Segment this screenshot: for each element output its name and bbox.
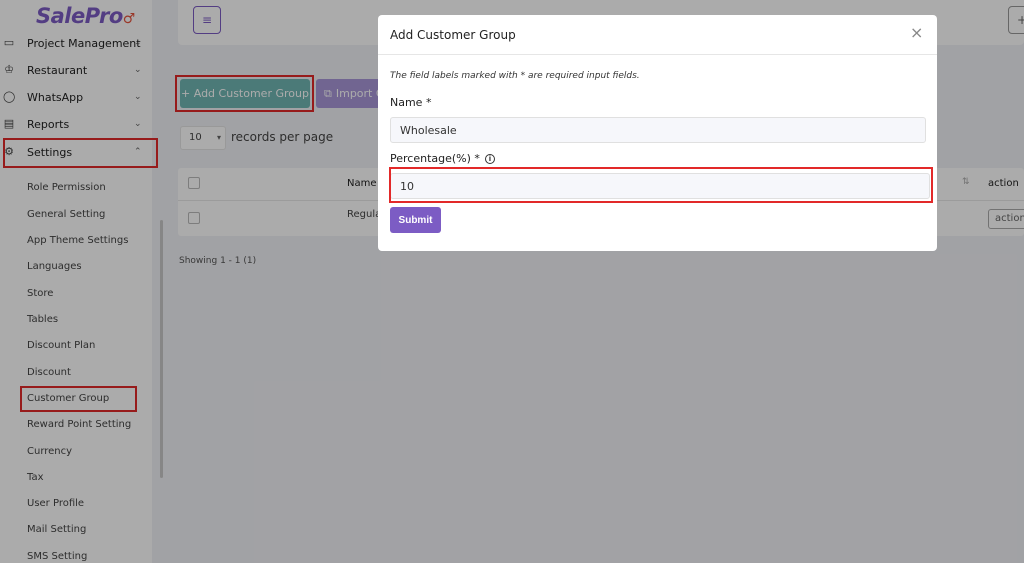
name-input[interactable] (390, 117, 926, 143)
percentage-label: Percentage(%) * i (390, 152, 495, 165)
required-fields-note: The field labels marked with * are requi… (390, 71, 640, 81)
add-customer-group-modal: Add Customer Group × The field labels ma… (378, 15, 937, 251)
modal-header: Add Customer Group × (378, 15, 937, 55)
info-icon[interactable]: i (484, 153, 495, 164)
submit-button[interactable]: Submit (390, 207, 441, 233)
modal-title: Add Customer Group (390, 28, 516, 42)
percentage-label-text: Percentage(%) * (390, 152, 480, 165)
close-icon[interactable]: × (910, 25, 923, 41)
name-label: Name * (390, 96, 432, 109)
highlight-percentage-input (389, 167, 933, 203)
